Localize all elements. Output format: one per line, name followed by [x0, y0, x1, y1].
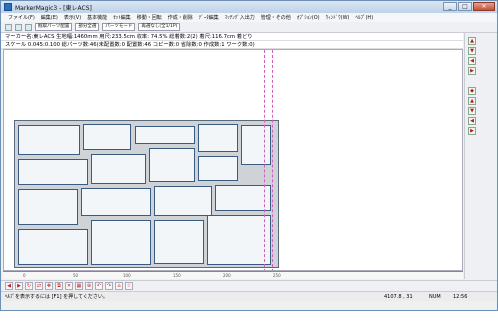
ruler-tick: 100 — [123, 273, 131, 278]
grid-icon[interactable] — [25, 23, 32, 31]
grid-icon[interactable]: ▦ — [75, 282, 83, 290]
menu-bar: ファイル(F) 編集(E) 表示(V) 基本機能 ｾｯﾄ編集 移動・回転 作成・… — [1, 13, 497, 22]
rotate-icon[interactable]: ↻ — [25, 282, 33, 290]
right-toolbar: ▲ ▼ ◀ ▶ ◆ ▲ ▼ ◀ ▶ — [464, 33, 496, 279]
app-icon — [4, 3, 12, 11]
ruler-tick: 150 — [173, 273, 181, 278]
minimize-button[interactable]: _ — [443, 2, 457, 11]
menu-io[interactable]: ﾏｯﾁﾝｸﾞ入出力 — [222, 14, 258, 21]
arrow-right-icon[interactable]: ▶ — [468, 127, 476, 135]
copy-icon[interactable]: ⧉ — [55, 282, 63, 290]
marker-info: マーカー名:東レACS 生地幅:1460mm 用尺:233.5cm 収率: 74… — [1, 33, 463, 41]
arrow-up-icon[interactable]: ▲ — [468, 37, 476, 45]
pattern-piece[interactable] — [154, 220, 204, 264]
menu-create-delete[interactable]: 作成・削除 — [165, 14, 196, 21]
arrow-left-icon[interactable]: ◀ — [468, 57, 476, 65]
zoom-icon[interactable]: ⊕ — [85, 282, 93, 290]
ruler-tick: 250 — [273, 273, 281, 278]
delete-icon[interactable]: ✕ — [65, 282, 73, 290]
nav-back-icon[interactable] — [5, 23, 12, 31]
menu-data-edit[interactable]: ﾃﾞｰﾀ編集 — [196, 14, 222, 21]
toolbar: 掘取パーツ配置 部分全選 パーツモード 再選なし(全1/1P) — [1, 22, 497, 33]
pattern-piece[interactable] — [18, 125, 80, 155]
horizontal-ruler: 0 50 100 150 200 250 — [3, 271, 463, 279]
maximize-button[interactable]: □ — [458, 2, 472, 11]
star-icon[interactable]: ☆ — [125, 282, 133, 290]
arrow-left-icon[interactable]: ◀ — [468, 117, 476, 125]
pattern-piece[interactable] — [18, 159, 88, 185]
redo-icon[interactable]: ↷ — [105, 282, 113, 290]
pattern-piece[interactable] — [83, 124, 131, 150]
menu-move-rotate[interactable]: 移動・回転 — [134, 14, 165, 21]
mode-select[interactable]: パーツモード — [102, 23, 136, 31]
pattern-piece[interactable] — [149, 148, 195, 182]
menu-help[interactable]: ﾍﾙﾌﾟ(H) — [352, 14, 376, 21]
arrow-down-icon[interactable]: ▼ — [468, 107, 476, 115]
scale-info: スケール 0.045:0.100 総パーツ数:46(未配置数:0 配置数:46 … — [1, 41, 463, 49]
title-bar: MarkerMagic3 - [東レACS] _ □ ✕ — [1, 1, 497, 13]
pattern-piece[interactable] — [81, 188, 151, 216]
pattern-piece[interactable] — [198, 156, 238, 181]
arrow-right-icon[interactable]: ▶ — [15, 282, 23, 290]
pattern-piece[interactable] — [18, 229, 88, 265]
selection-select[interactable]: 部分全選 — [75, 23, 100, 31]
menu-view[interactable]: 表示(V) — [61, 14, 84, 21]
marker-layout[interactable] — [14, 120, 279, 268]
menu-manage[interactable]: 管理・その他 — [258, 14, 294, 21]
marker-end-line — [264, 50, 265, 270]
page-select[interactable]: 再選なし(全1/1P) — [138, 23, 181, 31]
status-bar: ﾍﾙﾌﾟを表示するには [F1] を押してください。 4107.8 , 31 N… — [1, 291, 497, 301]
pattern-piece[interactable] — [198, 124, 238, 152]
ruler-tick: 0 — [23, 273, 26, 278]
undo-icon[interactable]: ↶ — [95, 282, 103, 290]
menu-basic[interactable]: 基本機能 — [84, 14, 110, 21]
pattern-piece[interactable] — [241, 125, 271, 165]
ruler-tick: 200 — [223, 273, 231, 278]
pattern-piece[interactable] — [91, 154, 146, 184]
marker-canvas[interactable] — [3, 49, 463, 271]
window-title: MarkerMagic3 - [東レACS] — [15, 4, 92, 12]
status-num: NUM — [429, 294, 441, 300]
placement-select[interactable]: 掘取パーツ配置 — [35, 23, 73, 31]
pattern-piece[interactable] — [18, 189, 78, 225]
status-coords: 4107.8 , 31 — [384, 294, 413, 300]
arrow-left-icon[interactable]: ◀ — [5, 282, 13, 290]
pattern-piece[interactable] — [207, 215, 271, 265]
status-help: ﾍﾙﾌﾟを表示するには [F1] を押してください。 — [5, 294, 108, 300]
bottom-toolbar: ◀ ▶ ↻ ⇄ ✥ ⧉ ✕ ▦ ⊕ ↶ ↷ ⌂ ☆ — [1, 280, 497, 291]
menu-options[interactable]: ｵﾌﾟｼｮﾝ(O) — [294, 14, 323, 21]
menu-window[interactable]: ｳｨﾝﾄﾞｳ(W) — [323, 14, 353, 21]
menu-edit[interactable]: 編集(E) — [38, 14, 61, 21]
app-window: MarkerMagic3 - [東レACS] _ □ ✕ ファイル(F) 編集(… — [0, 0, 498, 311]
move-icon[interactable]: ✥ — [45, 282, 53, 290]
pattern-piece[interactable] — [91, 220, 151, 265]
menu-set-edit[interactable]: ｾｯﾄ編集 — [110, 14, 134, 21]
ruler-tick: 50 — [73, 273, 79, 278]
arrow-right-icon[interactable]: ▶ — [468, 67, 476, 75]
nav-forward-icon[interactable] — [15, 23, 22, 31]
flip-icon[interactable]: ⇄ — [35, 282, 43, 290]
status-time: 12:56 — [453, 294, 468, 300]
pattern-piece[interactable] — [135, 126, 195, 144]
pattern-piece[interactable] — [154, 186, 212, 216]
pattern-piece[interactable] — [215, 185, 271, 211]
close-button[interactable]: ✕ — [473, 2, 495, 11]
home-icon[interactable]: ⌂ — [115, 282, 123, 290]
arrow-up-icon[interactable]: ▲ — [468, 97, 476, 105]
arrow-down-icon[interactable]: ▼ — [468, 47, 476, 55]
zoom-icon[interactable]: ◆ — [468, 87, 476, 95]
menu-file[interactable]: ファイル(F) — [5, 14, 38, 21]
marker-limit-line — [272, 50, 273, 270]
